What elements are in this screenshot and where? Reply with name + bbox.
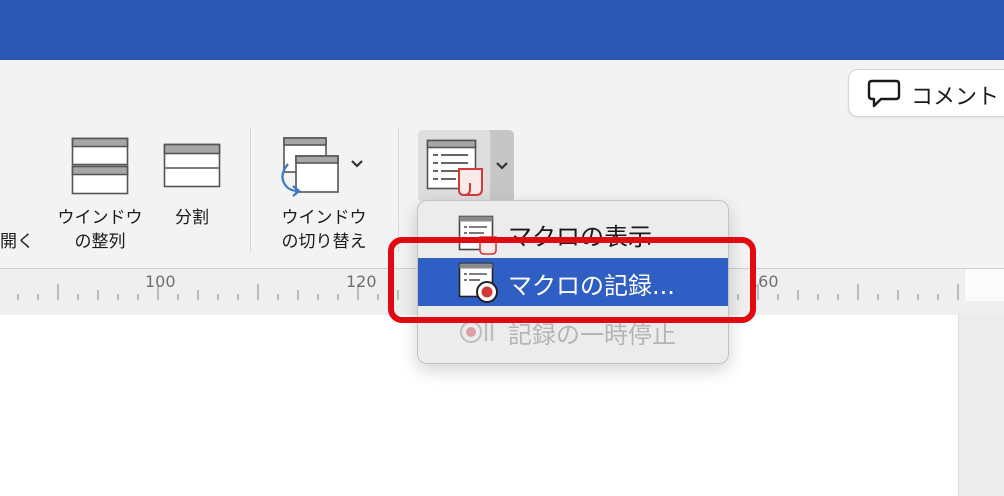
comment-button-label: コメント [911,85,1000,110]
ruler-margin [965,269,1004,301]
annotation-highlight-box [388,237,756,323]
switch-window-label-line1: ウインドウ [281,208,367,228]
arrange-window-label-line1: ウインドウ [57,208,143,228]
arrange-windows-icon [71,137,129,195]
comment-button[interactable]: コメント [848,69,1004,117]
arrange-window-label-line2: の整列 [74,232,126,252]
ruler-label: 120 [346,272,377,291]
pause-record-icon [460,321,494,343]
ribbon-separator [250,128,251,252]
split-label: 分割 [175,208,209,228]
speech-bubble-icon [867,79,901,108]
split-window-icon [163,143,221,188]
title-bar [0,0,1004,60]
vertical-scrollbar[interactable] [958,315,1004,496]
ruler-label: 100 [145,272,176,291]
ribbon-separator [398,128,399,252]
switch-windows-icon [281,137,363,197]
macros-button[interactable] [418,130,514,202]
macros-dropdown-arrow[interactable] [490,130,514,202]
chevron-down-icon [496,162,508,170]
open-label[interactable]: 開く [0,230,34,254]
switch-window-label-line2: の切り替え [281,232,367,252]
macros-icon [426,139,483,196]
